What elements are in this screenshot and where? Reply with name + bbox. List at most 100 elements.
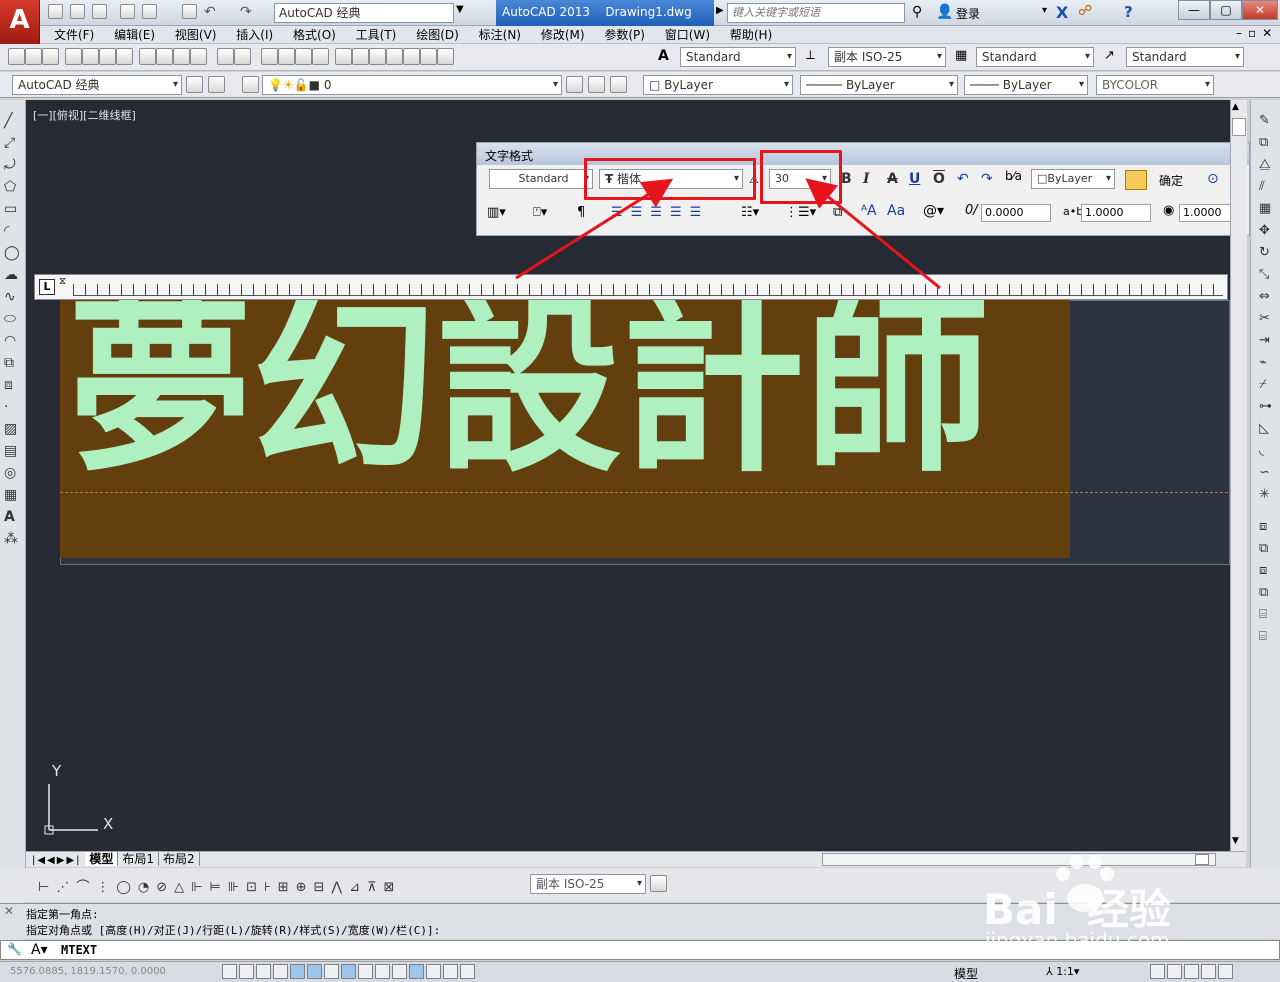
sheetset-icon[interactable] (386, 48, 403, 65)
close-button[interactable]: ✕ (1242, 0, 1278, 20)
annotation-scale[interactable]: ⅄ 1:1▾ (1046, 965, 1079, 978)
mleader-style-icon[interactable]: ↗ (1104, 48, 1115, 63)
ducs-toggle[interactable] (358, 964, 373, 979)
menu-parametric[interactable]: 参数(P) (596, 26, 653, 44)
dyn-toggle[interactable] (375, 964, 390, 979)
help-tb-icon[interactable] (437, 48, 454, 65)
vertical-scrollbar[interactable]: ▲ ▼ (1230, 100, 1247, 851)
infer-toggle[interactable] (222, 964, 237, 979)
polygon-icon[interactable]: ⬠ (4, 176, 25, 198)
maximize-button[interactable]: ▢ (1210, 0, 1242, 20)
doc-window-controls[interactable]: –▫✕ (1236, 26, 1278, 40)
search-input[interactable]: 键入关键字或短语 (727, 3, 905, 23)
coordinates-readout[interactable]: 5576.0885, 1819.1570, 0.0000 (10, 966, 166, 977)
properties-icon[interactable] (335, 48, 352, 65)
clean-screen-icon[interactable] (1218, 964, 1233, 979)
menu-tools[interactable]: 工具(T) (348, 26, 405, 44)
dim-style-select[interactable]: 副本 ISO-25 (828, 47, 946, 67)
arc-icon[interactable]: ◜ (4, 220, 25, 242)
save-icon[interactable] (92, 4, 110, 21)
plotstyle-select[interactable]: BYCOLOR (1096, 75, 1214, 95)
table-icon[interactable]: ▦ (4, 484, 25, 506)
text-style-icon[interactable]: A (658, 48, 669, 64)
scroll-down-icon[interactable]: ▼ (1232, 836, 1239, 846)
cut-icon[interactable] (139, 48, 156, 65)
menu-format[interactable]: 格式(O) (285, 26, 344, 44)
otrack-toggle[interactable] (341, 964, 356, 979)
add-selected-icon[interactable]: ⁂ (4, 528, 25, 550)
tab-layout2[interactable]: 布局2 (159, 852, 200, 866)
undo-icon[interactable]: ↶ (204, 4, 222, 21)
isolate-icon[interactable] (1201, 964, 1216, 979)
zoom-previous-icon[interactable] (312, 48, 329, 65)
stack-icon[interactable]: b⁄a (1005, 169, 1022, 183)
matchprop-icon[interactable] (190, 48, 207, 65)
lineweight-select[interactable]: ──── ByLayer (964, 75, 1088, 95)
binoculars-icon[interactable]: ⚲ (912, 4, 922, 20)
user-icon[interactable]: 👤 (936, 4, 953, 20)
tab-model[interactable]: 模型 (85, 852, 119, 866)
text-front-icon[interactable]: ⌸ (1259, 604, 1280, 626)
menu-insert[interactable]: 插入(I) (228, 26, 281, 44)
array-icon[interactable]: ▦ (1259, 198, 1280, 220)
am-toggle[interactable] (460, 964, 475, 979)
menu-view[interactable]: 视图(V) (167, 26, 225, 44)
layer-select[interactable]: 💡☀🔓■ 0 (262, 75, 562, 95)
tab-type-icon[interactable]: L (39, 279, 55, 295)
save-file-icon[interactable] (42, 48, 59, 65)
draworder-front-icon[interactable]: ⧈ (1259, 516, 1280, 538)
cmd-close-icon[interactable]: ✕ (4, 904, 14, 918)
pan-icon[interactable] (261, 48, 278, 65)
pline-icon[interactable]: ⤾ (4, 154, 25, 176)
scale-icon[interactable]: ⤡ (1259, 264, 1280, 286)
hatch-back-icon[interactable]: ⌸ (1259, 626, 1280, 648)
menu-file[interactable]: 文件(F) (46, 26, 102, 44)
minimize-button[interactable]: — (1178, 0, 1210, 20)
login-dropdown-icon[interactable]: ▾ (1042, 5, 1047, 16)
menu-window[interactable]: 窗口(W) (657, 26, 718, 44)
paste-icon[interactable] (173, 48, 190, 65)
rectangle-icon[interactable]: ▭ (4, 198, 25, 220)
dim-style-icon[interactable]: ⟂ (806, 48, 815, 63)
workspace-settings-icon[interactable] (186, 76, 203, 93)
draworder-back-icon[interactable]: ⧉ (1259, 538, 1280, 560)
tpy-toggle[interactable] (409, 964, 424, 979)
tracking-input[interactable]: 1.0000 (1081, 204, 1151, 222)
break-icon[interactable]: ⌿ (1259, 374, 1280, 396)
menu-modify[interactable]: 修改(M) (533, 26, 593, 44)
zoom-window-icon[interactable] (295, 48, 312, 65)
tab-layout1[interactable]: 布局1 (118, 852, 159, 866)
table-style-select[interactable]: Standard (976, 47, 1094, 67)
point-icon[interactable]: · (4, 396, 25, 418)
circle-icon[interactable]: ◯ (4, 242, 25, 264)
scroll-up-icon[interactable]: ▲ (1232, 102, 1239, 112)
tf-color-select[interactable]: □ByLayer (1031, 169, 1115, 189)
tab-nav-icon[interactable]: |◀◀▶▶| (32, 855, 82, 866)
mleader-style-select[interactable]: Standard (1126, 47, 1244, 67)
model-space-button[interactable]: 模型 (954, 965, 978, 982)
linetype-select[interactable]: ───── ByLayer (800, 75, 958, 95)
stretch-icon[interactable]: ⇔ (1259, 286, 1280, 308)
scroll-thumb[interactable] (1232, 118, 1246, 136)
menu-edit[interactable]: 编辑(E) (106, 26, 163, 44)
ortho-toggle[interactable] (273, 964, 288, 979)
login-link[interactable]: 登录 (956, 5, 980, 22)
redo-tb-icon[interactable] (234, 48, 251, 65)
polar-toggle[interactable] (290, 964, 305, 979)
dim-style-manager-icon[interactable] (650, 875, 667, 892)
open-icon[interactable] (70, 4, 88, 21)
designcenter-icon[interactable] (352, 48, 369, 65)
layer-state-icon[interactable] (610, 76, 627, 93)
revcloud-icon[interactable]: ☁ (4, 264, 25, 286)
region-icon[interactable]: ◎ (4, 462, 25, 484)
plot-file-icon[interactable] (65, 48, 82, 65)
3dprint-icon[interactable] (116, 48, 133, 65)
blend-icon[interactable]: ∽ (1259, 462, 1280, 484)
hatch-icon[interactable]: ▨ (4, 418, 25, 440)
workspace-save-icon[interactable] (208, 76, 225, 93)
draworder-under-icon[interactable]: ⧉ (1259, 582, 1280, 604)
menu-help[interactable]: 帮助(H) (722, 26, 780, 44)
dim-style-combo[interactable]: 副本 ISO-25 (530, 874, 646, 894)
new-icon[interactable] (48, 4, 66, 21)
help-icon[interactable]: ? (1124, 3, 1133, 21)
